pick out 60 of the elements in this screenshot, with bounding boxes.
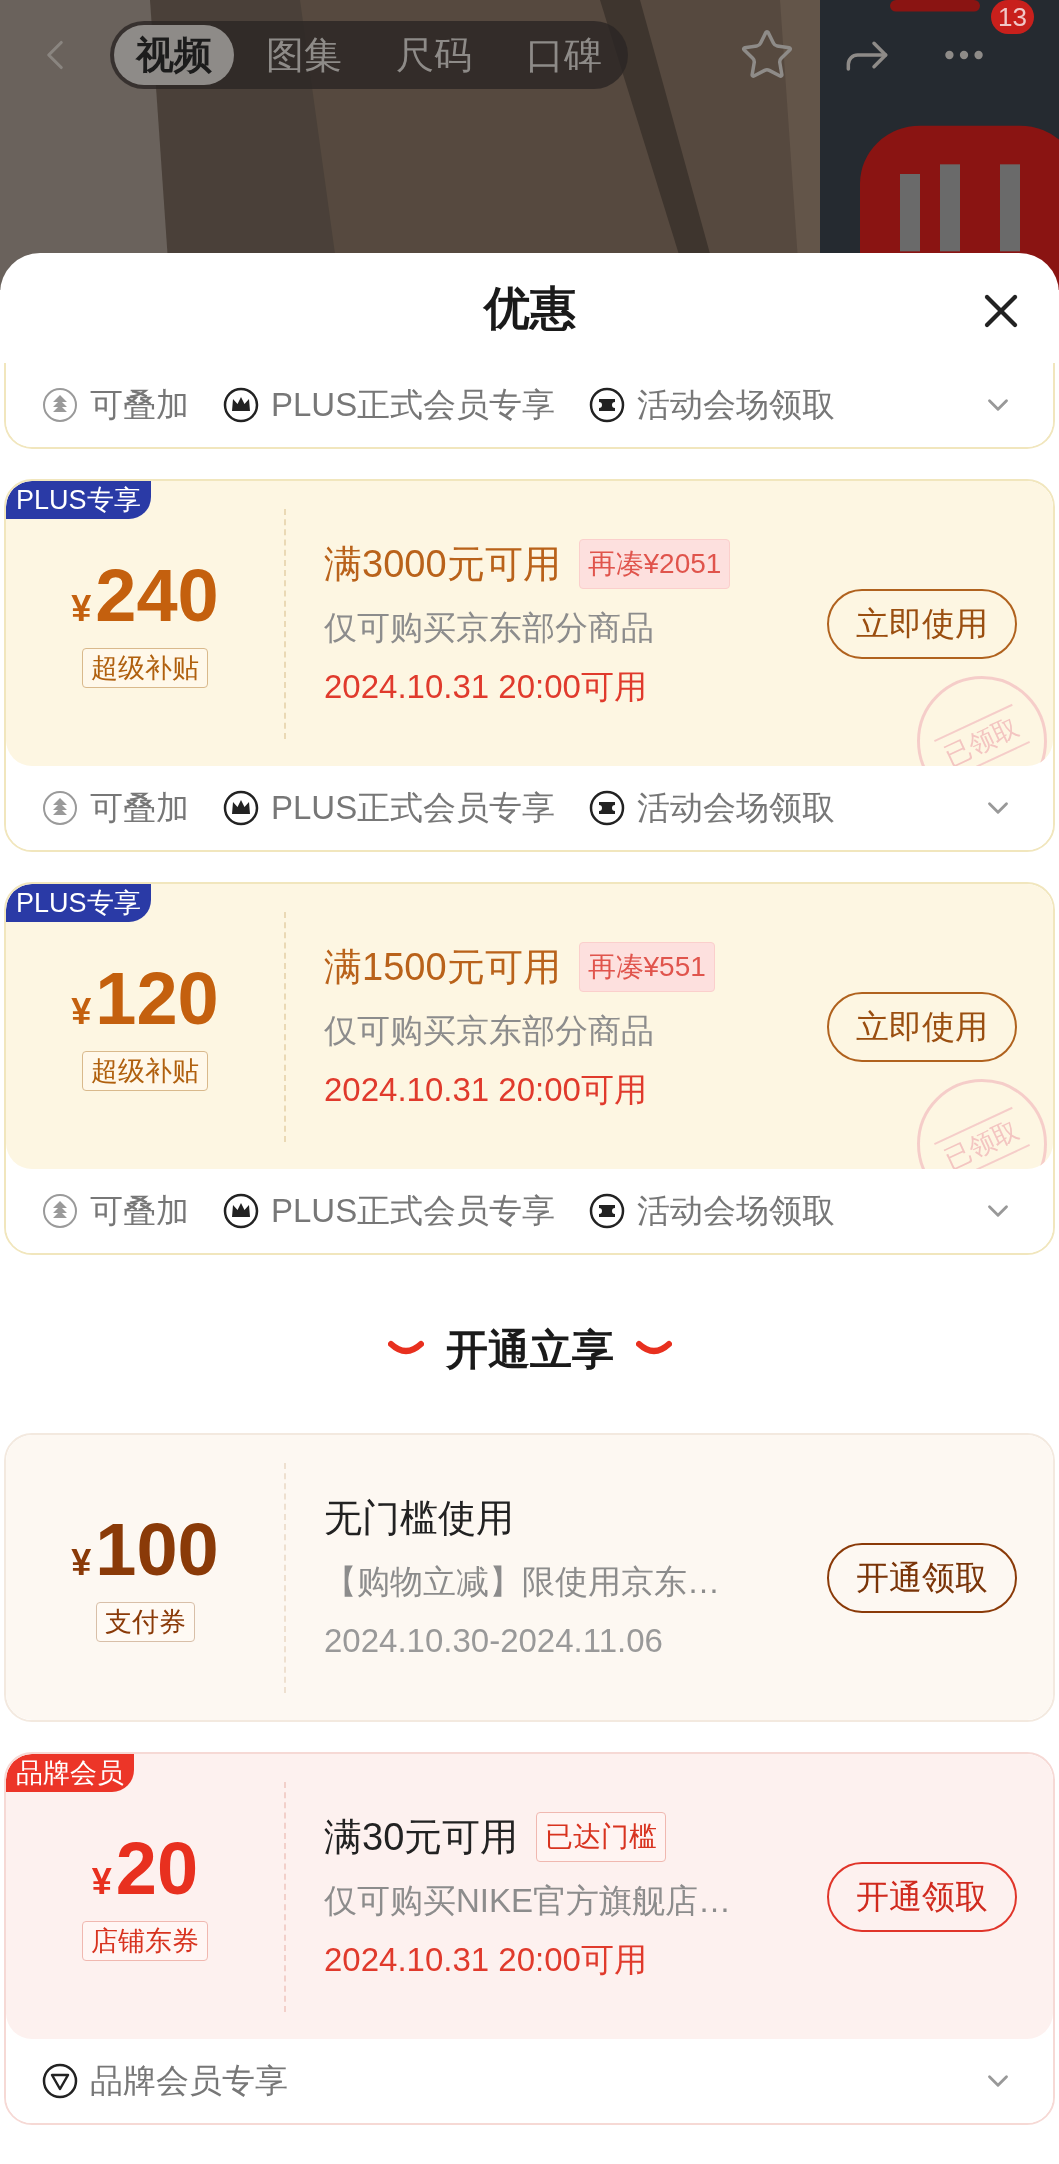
coupon-type: 超级补贴 [82, 648, 208, 688]
coupon-amount: 120 [95, 962, 219, 1036]
feature-label: 活动会场领取 [637, 788, 836, 829]
feature-label: 可叠加 [90, 385, 189, 426]
media-tab[interactable]: 图集 [244, 25, 364, 85]
coupon-hint: 已达门槛 [536, 1812, 667, 1862]
coupon-amount: 20 [115, 1832, 199, 1906]
coupon-action-button[interactable]: 开通领取 [827, 1861, 1017, 1932]
stack-icon [42, 1193, 78, 1229]
currency-sign: ¥ [71, 1541, 92, 1585]
sheet-title: 优惠 [483, 280, 576, 336]
coupon-tag: PLUS专享 [6, 481, 151, 519]
coupon-condition: 满30元可用 [324, 1814, 519, 1860]
stack-icon [42, 790, 78, 826]
feature-label: PLUS正式会员专享 [271, 1191, 556, 1232]
currency-sign: ¥ [71, 587, 92, 631]
coupon-condition: 满1500元可用 [324, 944, 561, 990]
media-tab[interactable]: 视频 [114, 25, 234, 85]
coupon-action-button[interactable]: 开通领取 [827, 1542, 1017, 1613]
currency-sign: ¥ [71, 990, 92, 1034]
section-title: 开通立享 [445, 1324, 614, 1375]
media-tab[interactable]: 尺码 [374, 25, 494, 85]
ticket-icon [589, 1193, 626, 1229]
coupon-condition: 满3000元可用 [324, 541, 561, 587]
coupon-scope: 仅可购买京东部分商品 [324, 1010, 655, 1051]
feature-label: PLUS正式会员专享 [271, 788, 556, 829]
coupon-hint: 再凑¥2051 [578, 539, 731, 589]
crown-icon [223, 1193, 259, 1229]
feature-label: 可叠加 [90, 1191, 189, 1232]
coupon-type: 超级补贴 [82, 1051, 208, 1091]
coupon-tag: PLUS专享 [6, 884, 151, 922]
feature-label: PLUS正式会员专享 [271, 385, 556, 426]
coupon-amount: 240 [95, 559, 219, 633]
coupon-time: 2024.10.31 20:00可用 [324, 1070, 648, 1110]
feature-label: 活动会场领取 [637, 385, 836, 426]
crown-icon [223, 387, 259, 423]
coupon-condition: 无门槛使用 [324, 1495, 514, 1541]
coupon-scope: 仅可购买京东部分商品 [324, 607, 655, 648]
coupon-hint: 再凑¥551 [578, 942, 715, 992]
coupon-action-button[interactable]: 立即使用 [827, 991, 1017, 1062]
currency-sign: ¥ [91, 1860, 112, 1904]
ticket-icon [589, 790, 626, 826]
coupon-scope: 【购物立减】限使用京东… [324, 1561, 721, 1602]
ticket-icon [589, 387, 626, 423]
coupon-type: 店铺东券 [82, 1921, 208, 1961]
feature-label: 品牌会员专享 [90, 2061, 288, 2102]
feature-label: 可叠加 [90, 788, 189, 829]
coupon-time: 2024.10.30-2024.11.06 [324, 1621, 664, 1661]
media-tab[interactable]: 口碑 [504, 25, 624, 85]
coupon-time: 2024.10.31 20:00可用 [324, 1940, 648, 1980]
coupon-tag: 品牌会员 [6, 1754, 134, 1792]
coupon-amount: 100 [95, 1513, 219, 1587]
coupon-action-button[interactable]: 立即使用 [827, 588, 1017, 659]
triangle-badge-icon [42, 2063, 78, 2099]
stack-icon [42, 387, 78, 423]
coupon-scope: 仅可购买NIKE官方旗舰店… [324, 1880, 733, 1921]
feature-label: 活动会场领取 [637, 1191, 836, 1232]
coupon-time: 2024.10.31 20:00可用 [324, 667, 648, 707]
crown-icon [223, 790, 259, 826]
coupon-type: 支付券 [95, 1602, 195, 1642]
